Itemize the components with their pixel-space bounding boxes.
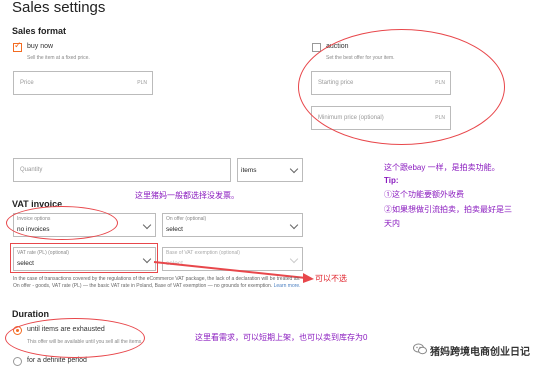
- duration-highlight-ellipse: [5, 318, 145, 358]
- annotation-duration: 这里看需求，可以短期上架，也可以卖到库存为0: [195, 333, 368, 342]
- quantity-input[interactable]: Quantity: [13, 158, 231, 182]
- wechat-icon: [413, 343, 427, 355]
- annotation-tip-1: ①这个功能要额外收费: [384, 190, 464, 199]
- vat-exemption-label: Base of VAT exemption (optional): [166, 250, 240, 256]
- chevron-down-icon: [289, 220, 299, 230]
- annotation-invoice: 这里猪妈一般都选择没发票。: [135, 191, 239, 200]
- invoice-highlight-ellipse: [6, 206, 118, 240]
- duration-title: Duration: [12, 309, 49, 319]
- chevron-down-icon: [289, 164, 299, 174]
- buy-now-label: buy now: [27, 43, 54, 50]
- definite-period-label: for a definite period: [27, 357, 87, 364]
- vat-note-text: In the case of transactions covered by t…: [13, 276, 301, 289]
- quantity-unit-value: items: [241, 167, 257, 174]
- quantity-placeholder: Quantity: [20, 167, 43, 173]
- watermark-text: 猪妈跨境电商创业日记: [430, 347, 530, 358]
- on-offer-value: select: [166, 226, 183, 233]
- chevron-down-icon: [142, 220, 152, 230]
- price-unit: PLN: [137, 80, 147, 86]
- page-title: Sales settings: [12, 0, 106, 16]
- sales-format-title: Sales format: [12, 26, 67, 36]
- annotation-tip-label: Tip:: [384, 176, 399, 185]
- price-placeholder: Price: [20, 80, 34, 86]
- on-offer-select[interactable]: On offer (optional) select: [162, 213, 303, 237]
- price-input[interactable]: Price PLN: [13, 71, 153, 95]
- quantity-unit-select[interactable]: items: [237, 158, 303, 182]
- learn-more-link[interactable]: Learn more.: [274, 283, 301, 289]
- on-offer-label: On offer (optional): [166, 216, 207, 222]
- annotation-tip-2-line1: ②如果想做引流拍卖，拍卖最好是三: [384, 205, 512, 214]
- vat-note: In the case of transactions covered by t…: [13, 276, 303, 290]
- buy-now-checkbox[interactable]: [13, 41, 22, 52]
- vat-rate-highlight-box: [10, 243, 158, 273]
- annotation-vat-optional: 可以不选: [315, 274, 347, 283]
- auction-highlight-ellipse: [298, 29, 505, 145]
- definite-period-radio[interactable]: [13, 357, 22, 366]
- buy-now-hint: Sell the item at a fixed price.: [27, 55, 90, 61]
- annotation-ebay: 这个跟ebay 一样，是拍卖功能。: [384, 163, 500, 172]
- annotation-tip-2-line2: 天内: [384, 219, 400, 228]
